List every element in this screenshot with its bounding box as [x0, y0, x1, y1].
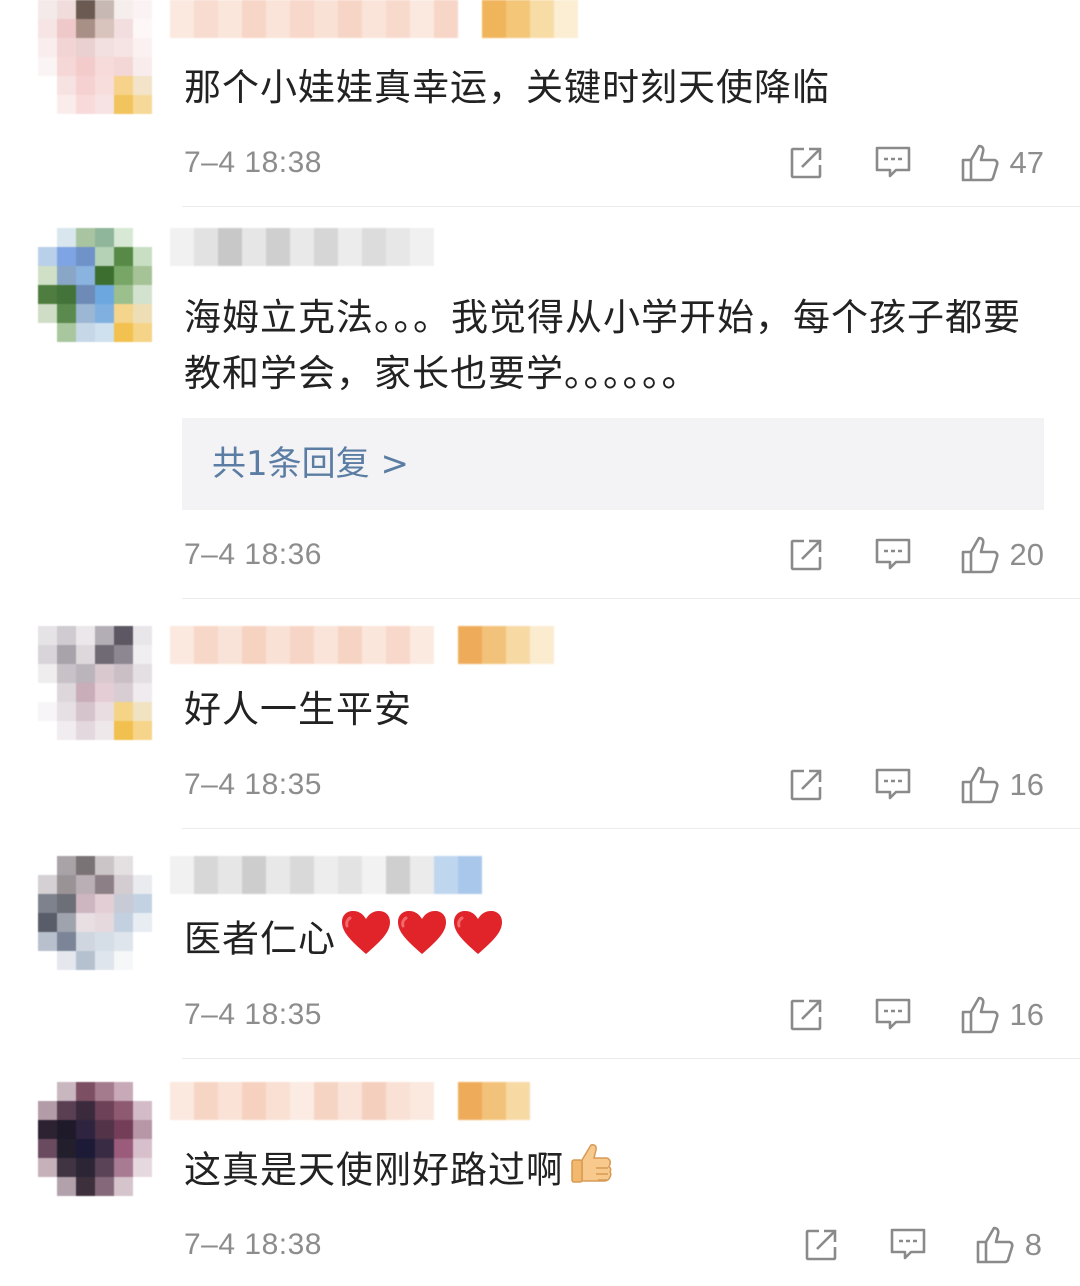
like-icon[interactable] — [960, 143, 1002, 183]
timestamp: 7–4 18:38 — [184, 1228, 322, 1261]
comment-body: 这真是天使刚好路过啊 — [184, 1148, 564, 1192]
timestamp: 7–4 18:35 — [184, 998, 322, 1031]
avatar[interactable] — [38, 856, 152, 970]
avatar[interactable] — [38, 626, 152, 740]
share-icon[interactable] — [788, 537, 824, 573]
comment-actions: 16 — [788, 763, 1044, 807]
divider — [182, 828, 1080, 829]
comment-text: 好人一生平安 — [184, 688, 412, 731]
username-blurred[interactable] — [170, 856, 482, 894]
comment-actions: 47 — [788, 141, 1044, 185]
like-icon[interactable] — [975, 1225, 1017, 1265]
avatar[interactable] — [38, 0, 152, 114]
like-count: 20 — [1009, 537, 1044, 572]
username-blurred[interactable] — [170, 626, 554, 664]
avatar[interactable] — [38, 1082, 152, 1196]
username-blurred[interactable] — [170, 228, 434, 266]
comment-icon[interactable] — [874, 145, 912, 181]
reply-count-label: 共1条回复 > — [212, 444, 409, 484]
like-icon[interactable] — [960, 765, 1002, 805]
divider — [182, 206, 1080, 207]
like-count: 47 — [1009, 145, 1044, 180]
timestamp: 7–4 18:35 — [184, 768, 322, 801]
share-icon[interactable] — [803, 1227, 839, 1263]
comment-text: 这真是天使刚好路过啊 — [184, 1140, 1030, 1204]
comment-icon[interactable] — [874, 997, 912, 1033]
share-icon[interactable] — [788, 997, 824, 1033]
comment-actions: 16 — [788, 993, 1044, 1037]
heart-emoji-icon — [396, 910, 448, 972]
comment-icon[interactable] — [889, 1227, 927, 1263]
like-count: 16 — [1009, 767, 1044, 802]
like-icon[interactable] — [960, 535, 1002, 575]
heart-emoji-icon — [340, 910, 392, 972]
like-count: 8 — [1024, 1227, 1042, 1262]
share-icon[interactable] — [788, 767, 824, 803]
like-icon[interactable] — [960, 995, 1002, 1035]
comment-actions: 8 — [803, 1223, 1042, 1267]
username-blurred[interactable] — [170, 0, 578, 38]
comment-actions: 20 — [788, 533, 1044, 577]
like-count: 16 — [1009, 997, 1044, 1032]
comment-icon[interactable] — [874, 767, 912, 803]
timestamp: 7–4 18:38 — [184, 146, 322, 179]
username-blurred[interactable] — [170, 1082, 530, 1120]
comment-text: 那个小娃娃真幸运，关键时刻天使降临 — [184, 66, 830, 109]
comment-text: 海姆立克法。。。我觉得从小学开始，每个孩子都要教和学会，家长也要学。。。。。。 — [184, 296, 1021, 395]
comment-text: 医者仁心 — [184, 910, 1030, 972]
divider — [182, 598, 1080, 599]
avatar[interactable] — [38, 228, 152, 342]
timestamp: 7–4 18:36 — [184, 538, 322, 571]
divider — [182, 1058, 1080, 1059]
thumbs-up-emoji-icon — [568, 1140, 616, 1204]
comment-icon[interactable] — [874, 537, 912, 573]
share-icon[interactable] — [788, 145, 824, 181]
reply-summary-link[interactable]: 共1条回复 > — [182, 418, 1044, 510]
comment-body: 医者仁心 — [184, 917, 336, 961]
heart-emoji-icon — [452, 910, 504, 972]
